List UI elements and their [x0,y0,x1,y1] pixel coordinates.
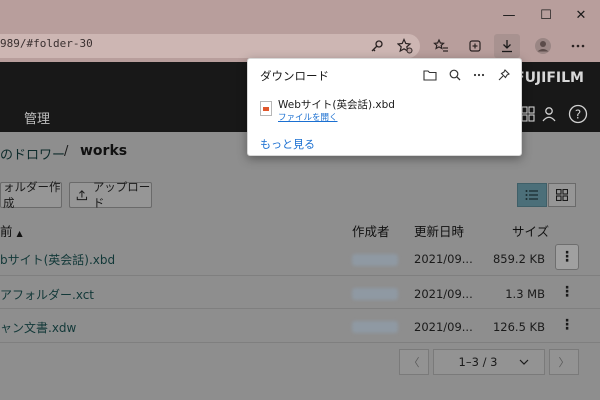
row-menu-button[interactable]: ⋮ [555,279,579,305]
column-name-label: 前 [0,224,13,239]
profile-avatar-icon[interactable] [530,34,556,58]
svg-text:?: ? [575,108,581,122]
file-name[interactable]: アフォルダー.xct [0,286,94,303]
sort-asc-icon: ▲ [16,229,23,238]
chevron-right-icon: 〉 [558,356,570,369]
breadcrumb-current: works [80,143,128,159]
creator-redacted [352,254,398,266]
breadcrumb-separator: / [64,144,69,159]
kebab-icon: ⋮ [560,317,574,333]
close-icon: ✕ [575,7,587,23]
collections-icon[interactable] [462,34,488,58]
address-text[interactable]: 989/#folder-30 [0,37,93,50]
list-view-button[interactable] [517,183,547,207]
breadcrumb-parent[interactable]: のドロワー [0,144,65,163]
more-menu-icon[interactable] [565,34,591,58]
file-name[interactable]: ャン文書.xdw [0,319,76,336]
new-folder-label: ォルダー作成 [3,180,61,210]
show-more-link[interactable]: もっと見る [260,136,315,152]
prev-page-button[interactable]: 〈 [399,349,429,375]
favorite-add-icon[interactable] [392,34,418,58]
downloads-panel-title: ダウンロード [260,69,329,83]
grid-icon [556,189,568,201]
open-file-link[interactable]: ファイルを開く [278,111,338,123]
user-icon[interactable] [541,106,557,126]
file-size: 859.2 KB [492,252,545,266]
creator-redacted [352,321,398,333]
row-menu-button[interactable]: ⋮ [555,312,579,338]
new-folder-button[interactable]: ォルダー作成 [0,180,62,210]
brand-logo: FUJIFILM [515,70,584,86]
file-updated: 2021/09... [414,287,473,301]
grid-view-button[interactable] [548,183,576,207]
search-icon [449,69,461,81]
upload-button[interactable]: アップロード [69,180,152,210]
column-name[interactable]: 前 ▲ [0,221,23,240]
maximize-button[interactable]: ☐ [529,0,563,30]
key-icon[interactable] [364,34,390,58]
downloads-more-button[interactable] [468,65,490,85]
apps-icon[interactable] [521,106,535,126]
chevron-left-icon: 〈 [408,356,420,369]
upload-icon [76,190,88,201]
chevron-down-icon [520,359,529,365]
maximize-icon: ☐ [540,7,552,23]
downloads-button[interactable] [494,34,520,58]
table-header [0,216,600,242]
kebab-icon: ⋮ [560,249,574,265]
pin-panel-button[interactable] [493,65,515,85]
page-select[interactable]: 1–3 / 3 [433,349,545,375]
minimize-button[interactable]: — [492,0,526,30]
next-page-button[interactable]: 〉 [549,349,579,375]
upload-label: アップロード [92,180,151,210]
search-downloads-button[interactable] [444,65,466,85]
nav-manage[interactable]: 管理 [24,108,50,127]
pin-icon [498,69,510,81]
close-button[interactable]: ✕ [564,0,598,30]
column-size[interactable]: サイズ [512,221,549,240]
list-icon [525,190,538,200]
file-updated: 2021/09... [414,252,473,266]
favorites-icon[interactable] [428,34,454,58]
kebab-icon: ⋮ [560,284,574,300]
row-menu-button[interactable]: ⋮ [555,244,579,270]
page-select-value: 1–3 / 3 [458,355,498,369]
xbd-file-icon [260,101,272,116]
minimize-icon: — [502,7,516,23]
download-icon [502,40,512,53]
column-updated[interactable]: 更新日時 [414,221,464,240]
help-icon[interactable]: ? [568,104,588,128]
file-name[interactable]: bサイト(英会話).xbd [0,251,115,268]
file-size: 1.3 MB [505,287,545,301]
download-item-name[interactable]: Webサイト(英会話).xbd [278,97,395,112]
open-folder-button[interactable] [419,65,441,85]
column-creator[interactable]: 作成者 [352,221,390,240]
creator-redacted [352,288,398,300]
file-updated: 2021/09... [414,320,473,334]
folder-icon [423,70,437,81]
downloads-panel: ダウンロード Webサイト(英会話).xbd ファイルを開く もっと見る [247,58,522,156]
file-size: 126.5 KB [492,320,545,334]
more-icon [473,73,485,77]
